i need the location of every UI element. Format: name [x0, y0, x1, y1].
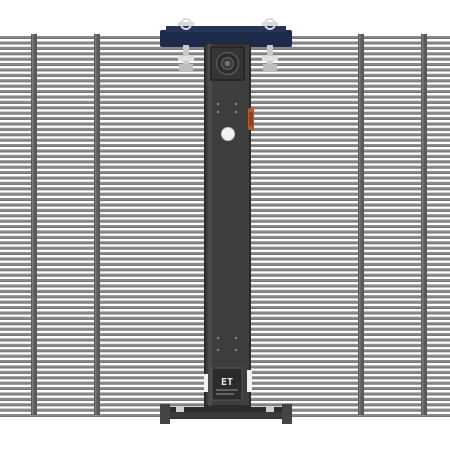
speaker-icon: [215, 51, 240, 76]
central-spine: [204, 43, 251, 407]
vertical-post-highlight: [422, 34, 424, 415]
vertical-post-highlight: [95, 34, 97, 415]
vertical-post: [358, 34, 364, 415]
vertical-post-highlight: [359, 34, 361, 415]
vertical-post: [94, 34, 100, 415]
led-mesh-panel-render: ET: [0, 18, 450, 424]
vertical-post: [31, 34, 37, 415]
logo-plate: ET: [211, 367, 243, 401]
vertical-post: [421, 34, 427, 415]
power-port: [221, 127, 235, 141]
orange-side-connector: [248, 108, 254, 130]
logo-mark-icon: ET: [221, 377, 233, 388]
speaker-housing: [210, 46, 245, 81]
bottom-mounting-bracket: [160, 404, 292, 424]
vertical-post-highlight: [32, 34, 34, 415]
